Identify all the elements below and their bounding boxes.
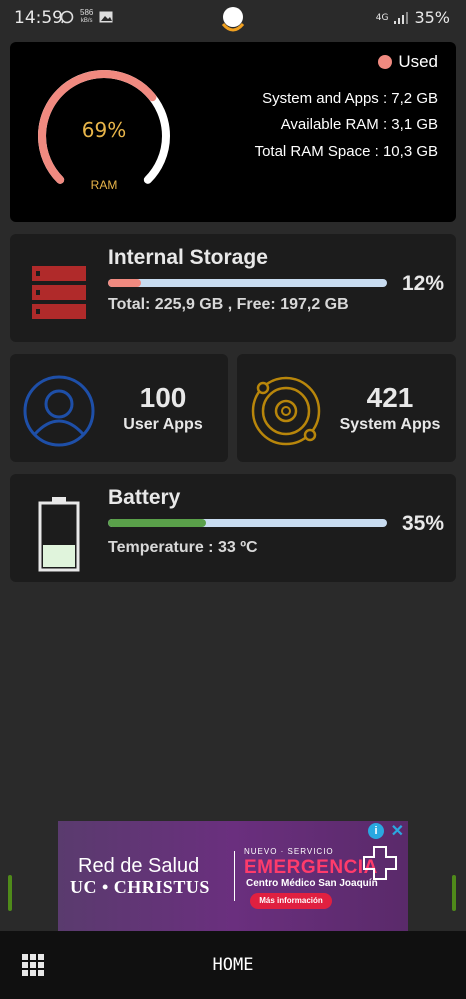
- system-apps-count: 421: [366, 382, 414, 413]
- server-stack-icon: [32, 266, 86, 319]
- ad-center-name: Centro Médico San Joaquín: [246, 878, 378, 889]
- storage-progress-bar: [108, 279, 387, 287]
- used-legend-label: Used: [398, 52, 438, 71]
- status-bar: 14:59 586 kB/s 4G 35%: [0, 0, 466, 36]
- battery-progress-fill: [108, 519, 206, 527]
- used-legend-dot: [378, 55, 393, 69]
- net-speed-value: 586: [80, 8, 94, 17]
- battery-title: Battery: [108, 486, 181, 509]
- battery-card[interactable]: Battery Temperature : 33 ºC 35%: [10, 474, 456, 582]
- bottom-nav-bar: HOME: [0, 931, 466, 999]
- battery-progress-bar: [108, 519, 387, 527]
- ad-divider: [234, 851, 235, 901]
- ram-available: Available RAM : 3,1 GB: [280, 116, 438, 133]
- ram-label: RAM: [90, 178, 118, 192]
- status-notification-icons: 586 kB/s: [60, 9, 113, 25]
- system-apps-card[interactable]: 421 System Apps: [237, 354, 456, 462]
- ram-total: Total RAM Space : 10,3 GB: [254, 143, 438, 160]
- user-icon: [23, 375, 95, 447]
- status-time: 14:59: [14, 8, 63, 28]
- ad-banner[interactable]: Red de Salud UC • CHRISTUS NUEVO · SERVI…: [58, 821, 408, 931]
- ad-close-icon[interactable]: ✕: [391, 821, 404, 841]
- battery-percent-status: 35%: [414, 8, 450, 27]
- ram-percent: 69%: [81, 118, 127, 142]
- left-edge-handle[interactable]: [8, 875, 12, 911]
- user-apps-card[interactable]: 100 User Apps: [10, 354, 228, 462]
- battery-temperature: Temperature : 33 ºC: [108, 539, 258, 556]
- network-type: 4G: [375, 12, 389, 23]
- net-speed-unit: kB/s: [80, 18, 93, 24]
- right-edge-handle[interactable]: [452, 875, 456, 911]
- storage-percent: 12%: [401, 272, 444, 295]
- storage-title: Internal Storage: [108, 246, 268, 269]
- status-right: 4G 35%: [376, 8, 450, 27]
- ad-tag: NUEVO · SERVICIO: [244, 847, 334, 856]
- image-icon: [99, 11, 113, 23]
- ad-left-title: Red de Salud: [78, 855, 200, 877]
- notification-bell-icon: [221, 7, 245, 32]
- ram-system-apps: System and Apps : 7,2 GB: [262, 90, 438, 107]
- net-speed: 586 kB/s: [80, 9, 93, 25]
- battery-percent: 35%: [401, 512, 444, 535]
- whatsapp-icon: [60, 10, 74, 24]
- orbit-gear-icon: [251, 376, 321, 446]
- storage-progress-fill: [108, 279, 142, 287]
- ram-card[interactable]: 69% RAM Used System and Apps : 7,2 GB Av…: [10, 42, 456, 222]
- ad-left-sub: UC • CHRISTUS: [70, 877, 210, 897]
- user-apps-label: User Apps: [123, 416, 203, 433]
- ad-headline: EMERGENCIA: [244, 857, 378, 878]
- medical-cross-icon: [363, 846, 397, 880]
- system-apps-label: System Apps: [339, 416, 441, 433]
- home-label[interactable]: HOME: [0, 955, 466, 975]
- storage-details: Total: 225,9 GB , Free: 197,2 GB: [108, 296, 349, 313]
- ad-more-info-button[interactable]: Más información: [250, 893, 332, 909]
- ad-info-icon[interactable]: i: [368, 823, 384, 839]
- internal-storage-card[interactable]: Internal Storage Total: 225,9 GB , Free:…: [10, 234, 456, 342]
- signal-icon: [394, 11, 409, 24]
- user-apps-count: 100: [139, 382, 187, 413]
- ram-legend: Used: [378, 52, 438, 72]
- battery-icon: [38, 497, 80, 572]
